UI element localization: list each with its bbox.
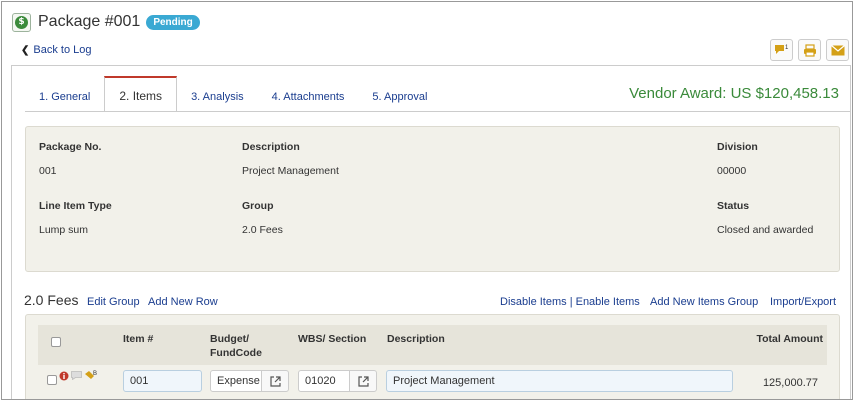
col-total-amount: Total Amount — [756, 333, 824, 345]
external-link-icon — [269, 375, 281, 387]
tab-general[interactable]: 1. General — [25, 82, 104, 112]
print-button[interactable] — [798, 39, 821, 61]
description-value: Project Management — [242, 165, 339, 177]
external-link-icon — [357, 375, 369, 387]
email-button[interactable] — [826, 39, 849, 61]
comment-icon: 1 — [774, 45, 789, 54]
import-export-link[interactable]: Import/Export — [770, 296, 836, 308]
vendor-award: Vendor Award: US $120,458.13 — [629, 85, 839, 102]
group-value: 2.0 Fees — [242, 224, 283, 236]
col-item-number: Item # — [123, 333, 154, 345]
chevron-left-icon: ❮ — [21, 44, 30, 56]
add-new-row-link[interactable]: Add New Row — [148, 296, 218, 308]
edit-group-link[interactable]: Edit Group — [87, 296, 140, 308]
tab-approval[interactable]: 5. Approval — [358, 82, 441, 112]
col-budget: Budget/ FundCode — [210, 333, 262, 359]
svg-text:B: B — [93, 371, 97, 377]
package-no-label: Package No. — [39, 141, 102, 153]
item-number-input[interactable]: 001 — [123, 370, 202, 392]
wbs-section-input[interactable]: 01020 — [298, 370, 350, 392]
budget-lookup-button[interactable] — [261, 370, 289, 392]
svg-text:1: 1 — [785, 45, 789, 51]
group-label: Group — [242, 200, 274, 212]
budget-input[interactable]: Expense — [210, 370, 262, 392]
info-icon[interactable] — [59, 371, 69, 381]
status-badge: Pending — [146, 14, 200, 30]
tab-analysis[interactable]: 3. Analysis — [177, 82, 258, 112]
back-to-log-link[interactable]: ❮ Back to Log — [21, 44, 91, 56]
status-label: Status — [717, 200, 750, 212]
page-title: Package #001 — [38, 13, 141, 30]
col-description: Description — [387, 333, 445, 345]
line-item-type-value: Lump sum — [39, 224, 89, 236]
back-to-log-label: Back to Log — [33, 44, 92, 56]
row-status-icons: B — [59, 370, 98, 381]
wbs-lookup-button[interactable] — [349, 370, 377, 392]
line-item-type-label: Line Item Type — [39, 200, 112, 212]
description-label: Description — [242, 141, 300, 153]
tab-bar: 1. General 2. Items 3. Analysis 4. Attac… — [25, 76, 441, 112]
description-input[interactable]: Project Management — [386, 370, 733, 392]
dollar-icon: $ — [12, 12, 31, 32]
tab-divider — [25, 111, 850, 112]
disable-enable-items-link[interactable]: Disable Items | Enable Items — [500, 296, 640, 308]
select-all-checkbox[interactable] — [51, 337, 61, 347]
table-header: Item # Budget/ FundCode WBS/ Section Des… — [38, 325, 827, 365]
comments-button[interactable]: 1 — [770, 39, 793, 61]
status-value: Closed and awarded — [717, 224, 814, 236]
row-checkbox[interactable] — [47, 375, 57, 385]
division-value: 00000 — [717, 165, 747, 177]
col-wbs-section: WBS/ Section — [298, 333, 367, 345]
row-total-amount: 125,000.77 — [762, 377, 818, 389]
division-label: Division — [717, 141, 758, 153]
package-window: $ Package #001 Pending ❮ Back to Log 1 1… — [1, 1, 853, 400]
page-header: $ Package #001 Pending — [12, 10, 200, 34]
header-toolbar: 1 — [770, 39, 849, 61]
envelope-icon — [830, 44, 845, 55]
tab-attachments[interactable]: 4. Attachments — [258, 82, 359, 112]
package-no-value: 001 — [39, 165, 57, 177]
comment-icon[interactable] — [71, 371, 82, 380]
tab-items[interactable]: 2. Items — [104, 76, 178, 112]
add-new-items-group-link[interactable]: Add New Items Group — [650, 296, 758, 308]
tag-icon[interactable]: B — [84, 370, 98, 381]
print-icon — [803, 43, 816, 57]
package-info: Package No. 001 Description Project Mana… — [25, 126, 840, 272]
group-title: 2.0 Fees — [24, 292, 79, 308]
package-panel: 1. General 2. Items 3. Analysis 4. Attac… — [11, 65, 851, 399]
